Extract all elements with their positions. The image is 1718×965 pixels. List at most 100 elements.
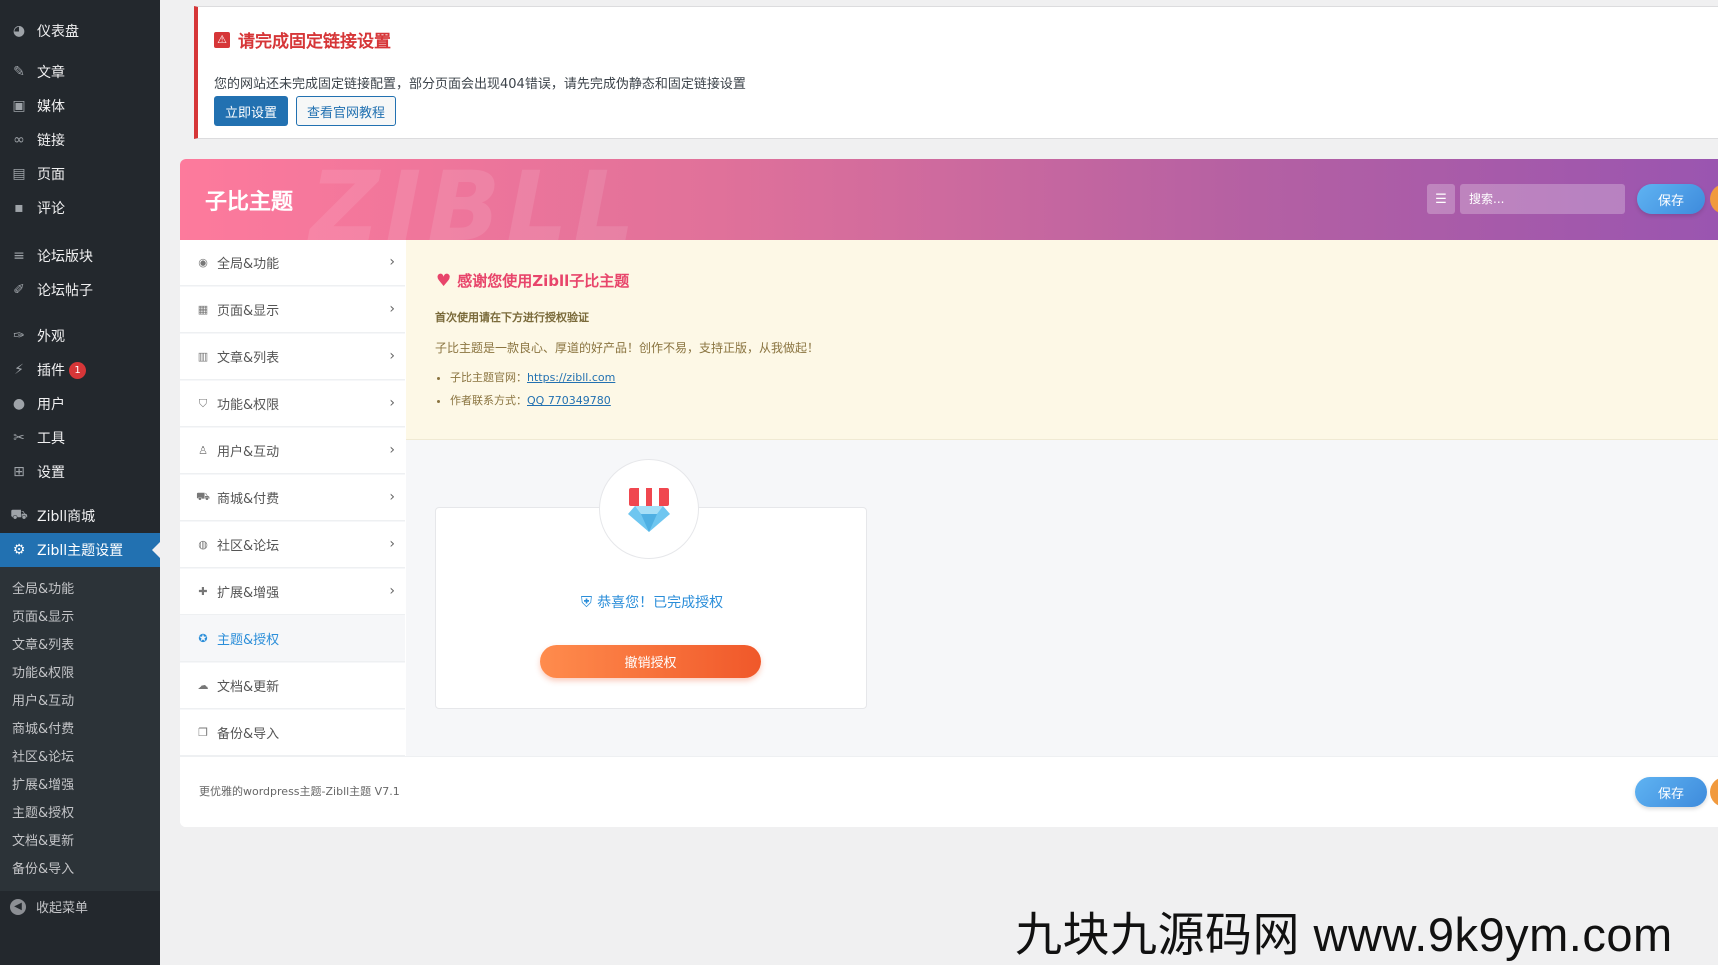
menu-item-media[interactable]: ▣ 媒体 <box>0 89 160 123</box>
nav-item-community-forum[interactable]: ◍ 社区&论坛 › <box>180 522 405 568</box>
chevron-right-icon: › <box>389 489 395 505</box>
panel-header: ZIBLL 子比主题 ☰ 保存 <box>180 159 1718 263</box>
collapse-menu-button[interactable]: ◀ 收起菜单 <box>10 897 88 916</box>
notice-title-text: 请完成固定链接设置 <box>238 32 391 52</box>
nav-item-page-display[interactable]: ▦ 页面&显示 › <box>180 287 405 333</box>
menu-item-appearance[interactable]: ✑ 外观 <box>0 319 160 353</box>
list-icon: ☰ <box>1435 191 1447 207</box>
menu-item-label: Zibll商城 <box>37 509 96 525</box>
copy-icon: ❐ <box>198 726 208 739</box>
badge-icon: ✪ <box>198 632 208 645</box>
setup-now-button[interactable]: 立即设置 <box>214 96 289 126</box>
submenu-item[interactable]: 主题&授权 <box>12 804 74 824</box>
license-status: ⛨ 恭喜您！已完成授权 <box>436 592 868 612</box>
nav-item-label: 用户&互动 <box>217 445 280 460</box>
heart-icon: ♥ <box>436 270 452 291</box>
menu-item-posts[interactable]: ✎ 文章 <box>0 55 160 89</box>
collapse-menu-label: 收起菜单 <box>36 901 89 916</box>
license-card: ⛨ 恭喜您！已完成授权 撤销授权 <box>435 459 868 709</box>
nav-item-label: 扩展&增强 <box>217 586 280 601</box>
list-item: 子比主题官网：https://zibll.com <box>450 370 615 393</box>
nav-item-posts-list[interactable]: ▥ 文章&列表 › <box>180 334 405 380</box>
welcome-title-text: 感谢您使用Zibll子比主题 <box>457 272 630 290</box>
nav-item-user-interaction[interactable]: ♙ 用户&互动 › <box>180 428 405 474</box>
menu-item-label: Zibll主题设置 <box>37 543 124 559</box>
header-reset-button[interactable] <box>1710 184 1718 214</box>
menu-item-label: 用户 <box>37 397 65 413</box>
permalink-notice: ⚠ 请完成固定链接设置 您的网站还未完成固定链接配置，部分页面会出现404错误，请… <box>194 6 1718 139</box>
submenu-item[interactable]: 文档&更新 <box>12 832 74 852</box>
panel-title: 子比主题 <box>205 190 294 215</box>
submenu-item[interactable]: 全局&功能 <box>12 580 74 600</box>
nav-item-label: 主题&授权 <box>217 633 280 648</box>
submenu-item[interactable]: 备份&导入 <box>12 860 74 880</box>
link-label: 作者联系方式： <box>450 394 527 407</box>
comment-icon: ▪ <box>14 200 24 216</box>
menu-item-label: 设置 <box>37 465 65 481</box>
options-nav: ◉ 全局&功能 › ▦ 页面&显示 › ▥ 文章&列表 › ⛉ 功能&权限 › ♙ 用户&互动 › … <box>180 240 405 756</box>
submenu-item[interactable]: 扩展&增强 <box>12 776 74 796</box>
nav-item-label: 备份&导入 <box>217 727 280 742</box>
settings-icon: ⊞ <box>13 464 25 480</box>
submenu-item[interactable]: 页面&显示 <box>12 608 74 628</box>
menu-item-users[interactable]: ● 用户 <box>0 387 160 421</box>
view-tutorial-button[interactable]: 查看官网教程 <box>296 96 397 126</box>
pin-icon: ✎ <box>13 64 25 80</box>
menu-item-label: 论坛帖子 <box>37 283 93 299</box>
nav-item-shop-payment[interactable]: ⛟ 商城&付费 › <box>180 475 405 521</box>
nav-item-permissions[interactable]: ⛉ 功能&权限 › <box>180 381 405 427</box>
menu-item-tools[interactable]: ✂ 工具 <box>0 421 160 455</box>
submenu-item[interactable]: 社区&论坛 <box>12 748 74 768</box>
nav-item-backup-import[interactable]: ❐ 备份&导入 <box>180 710 405 756</box>
menu-item-settings[interactable]: ⊞ 设置 <box>0 455 160 489</box>
footer-reset-button[interactable] <box>1710 777 1718 807</box>
submenu-item[interactable]: 商城&付费 <box>12 720 74 740</box>
chevron-right-icon: › <box>389 348 395 364</box>
menu-item-forum-posts[interactable]: ✐ 论坛帖子 <box>0 273 160 307</box>
welcome-links: 子比主题官网：https://zibll.com 作者联系方式：QQ 77034… <box>450 370 615 416</box>
footer-save-button[interactable]: 保存 <box>1635 777 1707 807</box>
menu-item-dashboard[interactable]: ◕ 仪表盘 <box>0 14 160 48</box>
menu-item-label: 评论 <box>37 201 65 217</box>
official-site-link[interactable]: https://zibll.com <box>527 371 615 384</box>
license-section: ⛨ 恭喜您！已完成授权 撤销授权 <box>406 440 1718 756</box>
cart-icon: ⛟ <box>10 507 28 523</box>
panel-footer: 更优雅的wordpress主题-Zibll主题 V7.1 保存 <box>180 756 1718 827</box>
options-search-input[interactable] <box>1460 184 1625 214</box>
submenu-item[interactable]: 功能&权限 <box>12 664 74 684</box>
menu-item-forum-boards[interactable]: ≡ 论坛版块 <box>0 239 160 273</box>
chevron-right-icon: › <box>389 395 395 411</box>
menu-item-zibll-shop[interactable]: ⛟ Zibll商城 <box>0 499 160 533</box>
nav-item-theme-license[interactable]: ✪ 主题&授权 <box>180 616 405 662</box>
compass-icon: ◍ <box>198 538 208 551</box>
author-contact-link[interactable]: QQ 770349780 <box>527 394 611 407</box>
theme-options-panel: ZIBLL 子比主题 ☰ 保存 ◉全局&功能› ▦页面&显示› ▥文章&列表› … <box>180 159 1718 827</box>
license-status-text: 恭喜您！已完成授权 <box>597 595 724 611</box>
menu-item-zibll-theme-settings[interactable]: ⚙ Zibll主题设置 <box>0 533 160 567</box>
collapse-arrow-icon: ◀ <box>10 898 26 915</box>
revoke-license-button[interactable]: 撤销授权 <box>540 645 761 678</box>
nav-item-label: 文档&更新 <box>217 680 280 695</box>
menu-item-pages[interactable]: ▤ 页面 <box>0 157 160 191</box>
menu-item-label: 论坛版块 <box>37 249 93 265</box>
target-icon: ◉ <box>198 256 208 269</box>
chevron-right-icon: › <box>389 254 395 270</box>
expand-all-button[interactable]: ☰ <box>1427 184 1455 214</box>
submenu-item[interactable]: 文章&列表 <box>12 636 74 656</box>
nav-item-docs-updates[interactable]: ☁ 文档&更新 <box>180 663 405 709</box>
chevron-right-icon: › <box>389 442 395 458</box>
menu-item-label: 文章 <box>37 65 65 81</box>
post-icon: ✐ <box>13 282 25 298</box>
welcome-subtitle: 首次使用请在下方进行授权验证 <box>435 311 589 324</box>
nav-item-extensions[interactable]: ✚ 扩展&增强 › <box>180 569 405 615</box>
header-save-button[interactable]: 保存 <box>1637 184 1705 214</box>
menu-item-links[interactable]: ∞ 链接 <box>0 123 160 157</box>
nav-item-global[interactable]: ◉ 全局&功能 › <box>180 240 405 286</box>
submenu-item[interactable]: 用户&互动 <box>12 692 74 712</box>
menu-item-comments[interactable]: ▪ 评论 <box>0 191 160 225</box>
nav-item-label: 页面&显示 <box>217 304 280 319</box>
brush-icon: ✑ <box>13 328 25 344</box>
wrench-icon: ✂ <box>13 430 25 446</box>
menu-item-plugins[interactable]: ⚡ 插件 1 <box>0 353 160 387</box>
nav-item-label: 商城&付费 <box>217 492 280 507</box>
